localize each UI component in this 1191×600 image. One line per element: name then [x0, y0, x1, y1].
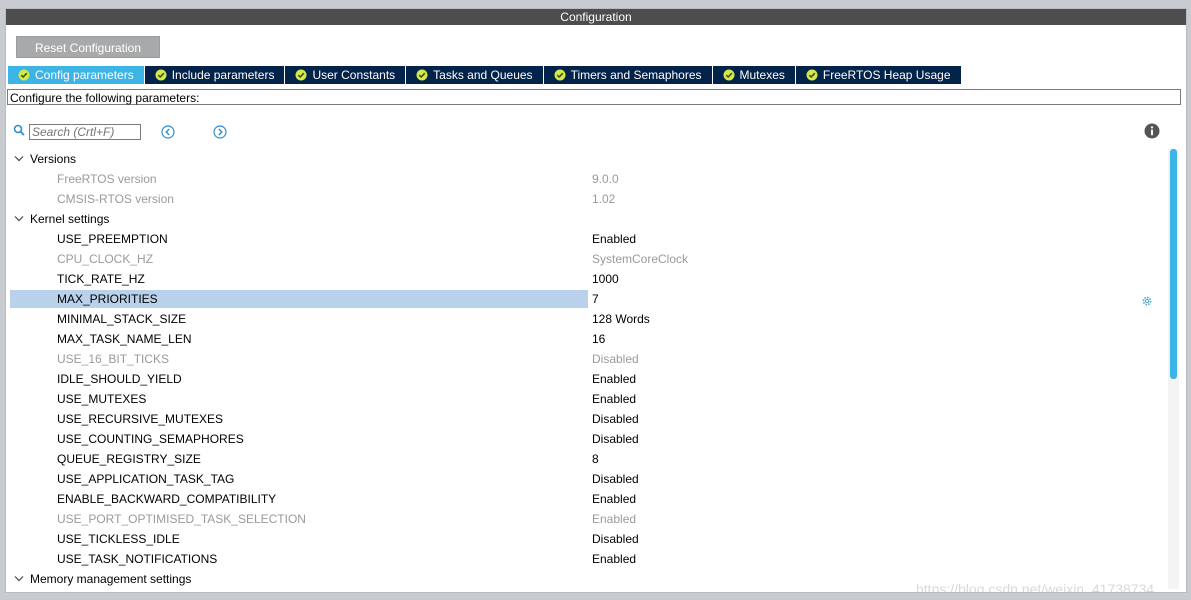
- group-label: Memory management settings: [30, 572, 192, 586]
- tab-include-parameters[interactable]: Include parameters: [144, 66, 285, 84]
- parameter-row[interactable]: FreeRTOS version 9.0.0: [9, 169, 1159, 189]
- parameter-row[interactable]: ENABLE_BACKWARD_COMPATIBILITY Enabled: [9, 489, 1159, 509]
- parameter-value[interactable]: Enabled: [592, 369, 636, 389]
- parameter-value[interactable]: Enabled: [592, 509, 636, 529]
- arrow-left-icon[interactable]: [161, 125, 175, 139]
- tab-mutexes[interactable]: Mutexes: [712, 66, 795, 84]
- parameter-name: USE_MUTEXES: [57, 392, 147, 406]
- tab-label: User Constants: [312, 68, 396, 82]
- tab-label: Mutexes: [739, 68, 785, 82]
- parameter-row[interactable]: MAX_PRIORITIES 7: [9, 289, 1159, 309]
- parameter-name: QUEUE_REGISTRY_SIZE: [57, 452, 201, 466]
- parameter-value[interactable]: 128 Words: [592, 309, 650, 329]
- parameter-value[interactable]: Enabled: [592, 229, 636, 249]
- parameter-row[interactable]: MAX_TASK_NAME_LEN 16: [9, 329, 1159, 349]
- check-circle-icon: [18, 69, 30, 81]
- tab-config-parameters[interactable]: Config parameters: [8, 66, 144, 84]
- check-circle-icon: [155, 69, 167, 81]
- tab-label: Config parameters: [35, 68, 134, 82]
- parameter-value[interactable]: 1000: [592, 269, 619, 289]
- parameter-name: USE_COUNTING_SEMAPHORES: [57, 432, 244, 446]
- tab-label: FreeRTOS Heap Usage: [822, 68, 951, 82]
- parameter-row[interactable]: TICK_RATE_HZ 1000: [9, 269, 1159, 289]
- check-circle-icon: [554, 69, 566, 81]
- parameter-name: MAX_TASK_NAME_LEN: [57, 332, 192, 346]
- parameter-row[interactable]: USE_PORT_OPTIMISED_TASK_SELECTION Enabled: [9, 509, 1159, 529]
- window-title: Configuration: [6, 9, 1186, 25]
- tab-label: Tasks and Queues: [433, 68, 533, 82]
- parameter-value[interactable]: Disabled: [592, 469, 639, 489]
- search-bar: [13, 123, 227, 141]
- parameter-row[interactable]: USE_COUNTING_SEMAPHORES Disabled: [9, 429, 1159, 449]
- tab-label: Include parameters: [171, 68, 275, 82]
- parameter-name: CPU_CLOCK_HZ: [57, 252, 154, 266]
- parameter-name: ENABLE_BACKWARD_COMPATIBILITY: [57, 492, 277, 506]
- parameter-value[interactable]: Enabled: [592, 489, 636, 509]
- configuration-window: Configuration Reset Configuration Config…: [5, 8, 1187, 593]
- parameter-value[interactable]: Disabled: [592, 349, 639, 369]
- parameter-row[interactable]: USE_TASK_NOTIFICATIONS Enabled: [9, 549, 1159, 569]
- parameter-row[interactable]: USE_RECURSIVE_MUTEXES Disabled: [9, 409, 1159, 429]
- tab-tasks-and-queues[interactable]: Tasks and Queues: [406, 66, 543, 84]
- arrow-right-icon[interactable]: [213, 125, 227, 139]
- parameter-name: USE_APPLICATION_TASK_TAG: [57, 472, 235, 486]
- parameter-name: USE_PREEMPTION: [57, 232, 168, 246]
- check-circle-icon: [295, 69, 307, 81]
- parameter-value[interactable]: Disabled: [592, 529, 639, 549]
- parameter-row[interactable]: USE_16_BIT_TICKS Disabled: [9, 349, 1159, 369]
- parameter-value[interactable]: 8: [592, 449, 599, 469]
- parameter-row[interactable]: QUEUE_REGISTRY_SIZE 8: [9, 449, 1159, 469]
- check-circle-icon: [806, 69, 818, 81]
- parameter-name: USE_PORT_OPTIMISED_TASK_SELECTION: [57, 512, 306, 526]
- group-label: Kernel settings: [30, 212, 110, 226]
- parameter-name: MAX_PRIORITIES: [57, 292, 158, 306]
- scrollbar-thumb[interactable]: [1170, 149, 1177, 379]
- parameter-value[interactable]: 7: [592, 289, 599, 309]
- reset-configuration-button[interactable]: Reset Configuration: [16, 36, 160, 58]
- search-icon[interactable]: [13, 123, 25, 141]
- watermark: https://blog.csdn.net/weixin_41738734: [916, 581, 1155, 593]
- parameter-tree: Versions FreeRTOS version 9.0.0 CMSIS-RTOS …: [9, 149, 1159, 589]
- tab-freertos-heap-usage[interactable]: FreeRTOS Heap Usage: [795, 66, 961, 84]
- tab-timers-and-semaphores[interactable]: Timers and Semaphores: [543, 66, 712, 84]
- parameter-value[interactable]: Disabled: [592, 409, 639, 429]
- parameter-name: MINIMAL_STACK_SIZE: [57, 312, 187, 326]
- parameter-row[interactable]: USE_TICKLESS_IDLE Disabled: [9, 529, 1159, 549]
- parameter-value[interactable]: Enabled: [592, 549, 636, 569]
- tree-group[interactable]: Versions: [9, 149, 1159, 169]
- parameter-value[interactable]: Enabled: [592, 389, 636, 409]
- parameter-tabs: Config parameters Include parameters User …: [8, 66, 962, 84]
- parameter-row[interactable]: MINIMAL_STACK_SIZE 128 Words: [9, 309, 1159, 329]
- tree-group[interactable]: Kernel settings: [9, 209, 1159, 229]
- parameter-name: USE_TASK_NOTIFICATIONS: [57, 552, 218, 566]
- parameter-name: TICK_RATE_HZ: [57, 272, 145, 286]
- parameter-row[interactable]: IDLE_SHOULD_YIELD Enabled: [9, 369, 1159, 389]
- tab-label: Timers and Semaphores: [570, 68, 702, 82]
- search-input[interactable]: [29, 124, 141, 140]
- parameter-row[interactable]: CMSIS-RTOS version 1.02: [9, 189, 1159, 209]
- parameter-row[interactable]: USE_APPLICATION_TASK_TAG Disabled: [9, 469, 1159, 489]
- parameter-name: USE_16_BIT_TICKS: [57, 352, 170, 366]
- parameter-row[interactable]: CPU_CLOCK_HZ SystemCoreClock: [9, 249, 1159, 269]
- info-icon[interactable]: [1144, 123, 1160, 144]
- parameter-name: USE_TICKLESS_IDLE: [57, 532, 180, 546]
- parameter-value[interactable]: Disabled: [592, 429, 639, 449]
- parameter-value[interactable]: 1.02: [592, 189, 615, 209]
- tab-user-constants[interactable]: User Constants: [285, 66, 406, 84]
- parameter-name: FreeRTOS version: [57, 172, 157, 186]
- check-circle-icon: [416, 69, 428, 81]
- chevron-down-icon[interactable]: [13, 569, 25, 592]
- parameter-name: IDLE_SHOULD_YIELD: [57, 372, 182, 386]
- parameter-row[interactable]: USE_PREEMPTION Enabled: [9, 229, 1159, 249]
- parameter-value[interactable]: SystemCoreClock: [592, 249, 688, 269]
- parameter-row[interactable]: USE_MUTEXES Enabled: [9, 389, 1159, 409]
- group-label: Versions: [30, 152, 77, 166]
- description-field: Configure the following parameters:: [7, 89, 1181, 105]
- parameter-value[interactable]: 16: [592, 329, 605, 349]
- parameter-name: CMSIS-RTOS version: [57, 192, 174, 206]
- parameter-name: USE_RECURSIVE_MUTEXES: [57, 412, 224, 426]
- check-circle-icon: [723, 69, 735, 81]
- parameter-value[interactable]: 9.0.0: [592, 169, 619, 189]
